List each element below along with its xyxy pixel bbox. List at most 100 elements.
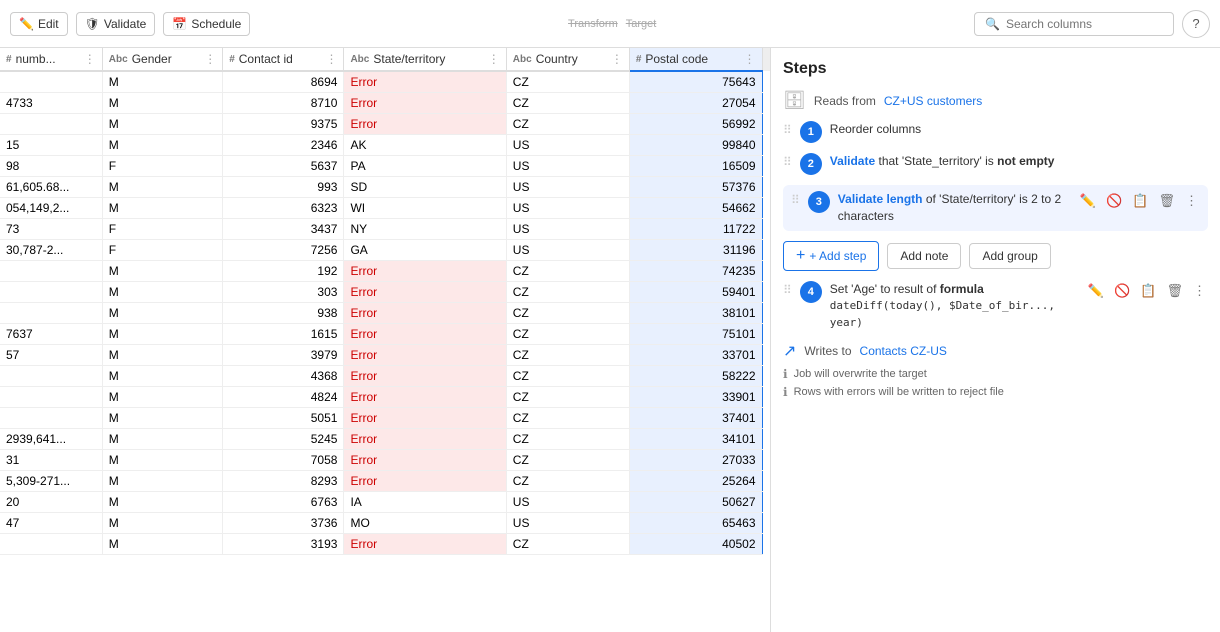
cell-row_num-17: 2939,641... — [0, 429, 102, 450]
cell-postal_code-12: 75101 — [629, 324, 762, 345]
cell-gender-20: M — [102, 492, 222, 513]
delete-step-4-icon[interactable]: 🗑 — [1164, 281, 1185, 301]
cell-country-20: US — [506, 492, 629, 513]
col-label-contact_id: Contact id — [239, 52, 293, 66]
col-label-country: Country — [536, 52, 578, 66]
add-note-button[interactable]: Add note — [887, 243, 961, 269]
copy-step-4-icon[interactable]: 📋 — [1138, 281, 1158, 301]
cell-row_num-8: 30,787-2... — [0, 240, 102, 261]
cell-state-15: Error — [344, 387, 506, 408]
cell-country-21: US — [506, 513, 629, 534]
help-button[interactable]: ? — [1182, 10, 1210, 38]
cell-postal_code-11: 38101 — [629, 303, 762, 324]
cell-postal_code-5: 57376 — [629, 177, 762, 198]
cell-state-3: AK — [344, 135, 506, 156]
col-label-state: State/territory — [373, 52, 445, 66]
writes-to-link[interactable]: Contacts CZ-US — [860, 344, 947, 358]
reads-from-link[interactable]: CZ+US customers — [884, 94, 982, 108]
col-header-country: Abc Country ⋮ — [506, 48, 629, 71]
cell-row_num-0 — [0, 71, 102, 93]
cell-state-12: Error — [344, 324, 506, 345]
cell-state-21: MO — [344, 513, 506, 534]
schedule-button[interactable]: 📅 Schedule — [163, 12, 250, 36]
cell-country-17: CZ — [506, 429, 629, 450]
cell-state-9: Error — [344, 261, 506, 282]
col-menu-state[interactable]: ⋮ — [488, 52, 500, 66]
delete-step-3-icon[interactable]: 🗑 — [1156, 191, 1177, 211]
cell-row_num-2 — [0, 114, 102, 135]
cell-country-18: CZ — [506, 450, 629, 471]
cell-gender-16: M — [102, 408, 222, 429]
add-group-button[interactable]: Add group — [969, 243, 1050, 269]
col-type-icon-contact_id: # — [229, 54, 235, 65]
cell-contact_id-0: 8694 — [223, 71, 344, 93]
cell-contact_id-10: 303 — [223, 282, 344, 303]
step-3-actions: ✏️ 🚫 📋 🗑 ⋮ — [1078, 191, 1200, 211]
step-1-content: Reorder columns — [830, 121, 1208, 138]
cell-postal_code-13: 33701 — [629, 345, 762, 366]
cell-gender-21: M — [102, 513, 222, 534]
col-label-row_num: numb... — [16, 52, 56, 66]
cell-contact_id-19: 8293 — [223, 471, 344, 492]
edit-step-4-icon[interactable]: ✏️ — [1086, 281, 1106, 301]
steps-panel: Steps 🗄 Reads from CZ+US customers ⠿ 1 R… — [770, 48, 1220, 632]
cell-row_num-4: 98 — [0, 156, 102, 177]
disable-step-3-icon[interactable]: 🚫 — [1104, 191, 1124, 211]
drag-handle-3: ⠿ — [791, 191, 800, 207]
cell-row_num-5: 61,605.68... — [0, 177, 102, 198]
writes-to-label: Writes to — [804, 344, 851, 358]
cell-state-17: Error — [344, 429, 506, 450]
cell-contact_id-14: 4368 — [223, 366, 344, 387]
more-step-4-icon[interactable]: ⋮ — [1191, 281, 1208, 301]
table-row: M192ErrorCZ74235 — [0, 261, 770, 282]
add-step-button[interactable]: + + Add step — [783, 241, 879, 271]
cell-row_num-12: 7637 — [0, 324, 102, 345]
cell-gender-13: M — [102, 345, 222, 366]
search-input[interactable] — [1006, 17, 1163, 31]
disable-step-4-icon[interactable]: 🚫 — [1112, 281, 1132, 301]
cell-contact_id-4: 5637 — [223, 156, 344, 177]
cell-country-15: CZ — [506, 387, 629, 408]
col-menu-contact_id[interactable]: ⋮ — [325, 52, 337, 66]
cell-gender-6: M — [102, 198, 222, 219]
cell-gender-8: F — [102, 240, 222, 261]
step-2-validate: Validate — [830, 154, 875, 168]
search-bar[interactable]: 🔍 — [974, 12, 1174, 36]
step-2-badge: 2 — [800, 153, 822, 175]
step-2-item: ⠿ 2 Validate that 'State_territory' is n… — [783, 153, 1208, 175]
edit-button[interactable]: ✏️ Edit — [10, 12, 68, 36]
cell-row_num-21: 47 — [0, 513, 102, 534]
cell-row_num-1: 4733 — [0, 93, 102, 114]
cell-gender-9: M — [102, 261, 222, 282]
cell-state-4: PA — [344, 156, 506, 177]
cell-state-11: Error — [344, 303, 506, 324]
col-menu-postal_code[interactable]: ⋮ — [744, 52, 756, 66]
table-row: M5051ErrorCZ37401 — [0, 408, 770, 429]
cell-country-22: CZ — [506, 534, 629, 555]
validate-button[interactable]: 🛡 Validate — [76, 12, 156, 36]
cell-gender-15: M — [102, 387, 222, 408]
copy-step-3-icon[interactable]: 📋 — [1130, 191, 1150, 211]
data-table: # numb... ⋮ Abc Gender ⋮ # Contact id ⋮ … — [0, 48, 770, 555]
edit-step-3-icon[interactable]: ✏️ — [1078, 191, 1098, 211]
step-3-badge: 3 — [808, 191, 830, 213]
cell-postal_code-18: 27033 — [629, 450, 762, 471]
drag-handle-2: ⠿ — [783, 153, 792, 169]
data-grid[interactable]: # numb... ⋮ Abc Gender ⋮ # Contact id ⋮ … — [0, 48, 770, 632]
col-menu-gender[interactable]: ⋮ — [204, 52, 216, 66]
cell-contact_id-8: 7256 — [223, 240, 344, 261]
cell-country-14: CZ — [506, 366, 629, 387]
cell-country-19: CZ — [506, 471, 629, 492]
cell-gender-7: F — [102, 219, 222, 240]
col-menu-country[interactable]: ⋮ — [611, 52, 623, 66]
table-row: M3193ErrorCZ40502 — [0, 534, 770, 555]
target-label: Target — [626, 18, 657, 30]
cell-row_num-22 — [0, 534, 102, 555]
cell-gender-10: M — [102, 282, 222, 303]
cell-contact_id-12: 1615 — [223, 324, 344, 345]
writes-icon: ↗ — [783, 341, 796, 361]
cell-contact_id-6: 6323 — [223, 198, 344, 219]
col-menu-row_num[interactable]: ⋮ — [84, 52, 96, 66]
cell-row_num-20: 20 — [0, 492, 102, 513]
more-step-3-icon[interactable]: ⋮ — [1183, 191, 1200, 211]
